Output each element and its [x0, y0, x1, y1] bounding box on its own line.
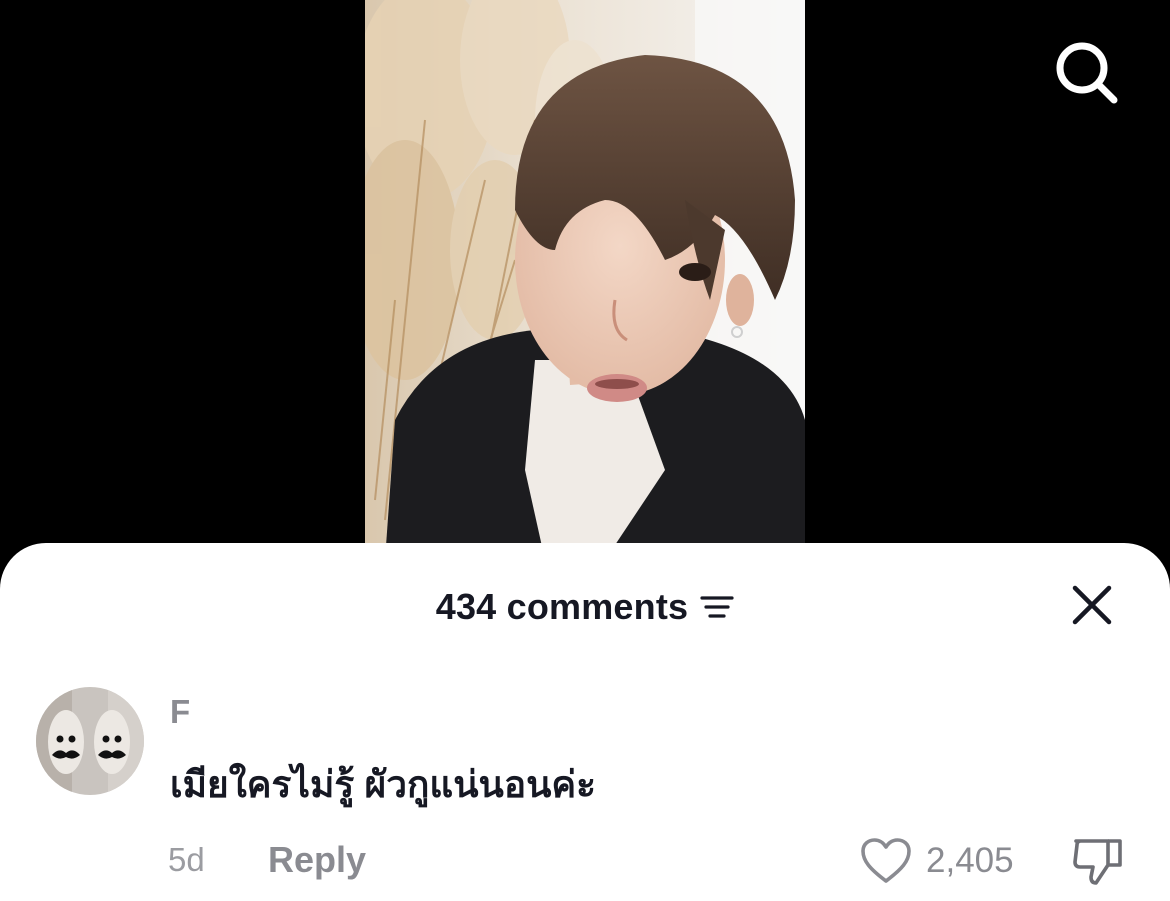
video-player[interactable] — [365, 0, 805, 560]
comments-header: 434 comments — [0, 583, 1170, 631]
video-frame — [365, 0, 805, 560]
comment-count: 434 comments — [435, 586, 689, 627]
comment-text: เมียใครไม่รู้ ผัวกูแน่นอนค่ะ — [170, 764, 596, 805]
comment-username[interactable]: F — [170, 693, 190, 731]
reply-button[interactable]: Reply — [268, 839, 366, 881]
like-button[interactable] — [860, 837, 912, 885]
avatar-image — [36, 687, 144, 795]
search-button[interactable] — [1050, 36, 1122, 108]
close-icon — [1072, 585, 1112, 625]
like-count: 2,405 — [926, 841, 1014, 880]
sort-icon[interactable] — [700, 593, 734, 621]
thumbs-down-icon — [1073, 839, 1122, 885]
heart-icon — [861, 838, 911, 883]
comment-time: 5d — [168, 841, 205, 878]
comments-sheet: 434 comments F เมียใครไม่รู้ ผัวกูแน่นอน… — [0, 543, 1170, 901]
avatar[interactable] — [36, 687, 144, 795]
tiktok-screen: 434 comments F เมียใครไม่รู้ ผัวกูแน่นอน… — [0, 0, 1170, 901]
close-button[interactable] — [1070, 583, 1114, 627]
dislike-button[interactable] — [1070, 835, 1126, 887]
search-icon — [1056, 42, 1118, 104]
